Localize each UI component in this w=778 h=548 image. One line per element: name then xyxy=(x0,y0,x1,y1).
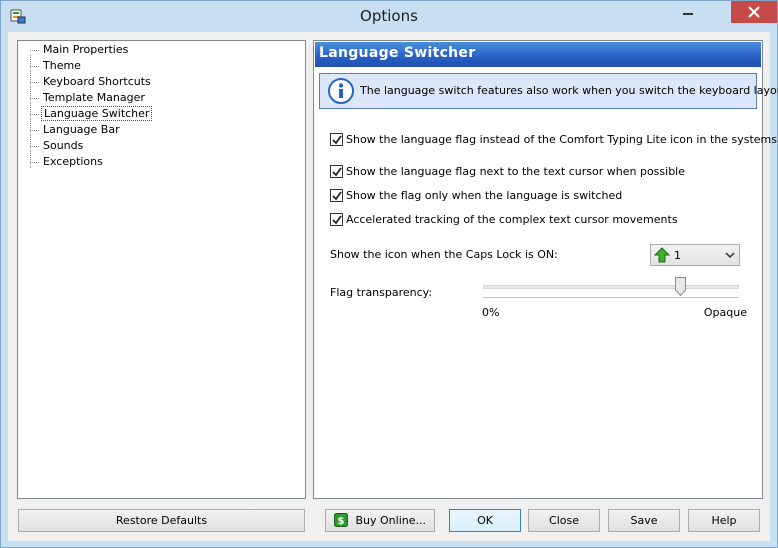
tree-item-label: Theme xyxy=(43,59,81,72)
tree-item-label: Main Properties xyxy=(43,43,129,56)
checkmark-icon xyxy=(332,215,342,225)
tree-item-label: Sounds xyxy=(43,139,84,152)
svg-text:$: $ xyxy=(338,516,345,527)
ok-button[interactable]: OK xyxy=(449,509,521,532)
checkmark-icon xyxy=(332,167,342,177)
chevron-down-icon xyxy=(725,252,735,259)
dollar-icon: $ xyxy=(334,513,348,527)
tree-branch xyxy=(30,66,39,67)
checkbox[interactable] xyxy=(330,189,343,202)
tree-item-label: Language Switcher xyxy=(41,106,153,121)
tree-branch xyxy=(30,98,39,99)
options-tree[interactable]: Main Properties Theme Keyboard Shortcuts… xyxy=(17,40,306,499)
tree-branch xyxy=(30,114,39,115)
slider-max-label: Opaque xyxy=(703,306,747,319)
transparency-slider-track[interactable] xyxy=(483,285,739,289)
option-label: Show the language flag next to the text … xyxy=(346,165,686,178)
info-text: The language switch features also work w… xyxy=(360,84,778,97)
title-bar[interactable]: Options xyxy=(1,1,777,32)
close-window-button[interactable] xyxy=(731,1,777,23)
button-label: Restore Defaults xyxy=(115,514,208,527)
tree-branch xyxy=(30,130,39,131)
transparency-slider-thumb[interactable] xyxy=(674,277,686,296)
button-label: Buy Online... xyxy=(355,514,427,527)
tree-item-label: Exceptions xyxy=(43,155,103,168)
slider-tick-bar xyxy=(483,297,739,298)
tree-connector xyxy=(30,55,31,168)
checkbox[interactable] xyxy=(330,165,343,178)
options-window: Options Main Properties Theme Keyboard S… xyxy=(0,0,778,548)
restore-defaults-button[interactable]: Restore Defaults xyxy=(18,509,305,532)
window-title: Options xyxy=(360,7,418,25)
checkmark-icon xyxy=(332,135,342,145)
dialog-body: Main Properties Theme Keyboard Shortcuts… xyxy=(8,32,778,541)
save-button[interactable]: Save xyxy=(608,509,680,532)
checkbox[interactable] xyxy=(330,133,343,146)
buy-online-button[interactable]: $ Buy Online... xyxy=(325,509,435,532)
info-icon xyxy=(328,78,354,104)
tree-branch xyxy=(30,50,39,51)
tree-item-label: Template Manager xyxy=(43,91,145,104)
button-label: Save xyxy=(630,514,658,527)
tree-branch xyxy=(30,82,39,83)
close-button[interactable]: Close xyxy=(528,509,600,532)
option-label: Show the language flag instead of the Co… xyxy=(346,133,778,146)
language-switcher-panel: Language Switcher The language switch fe… xyxy=(313,40,778,499)
checkbox[interactable] xyxy=(330,213,343,226)
button-label: Close xyxy=(549,514,579,527)
slider-min-label: 0% xyxy=(482,306,500,319)
green-up-arrow-icon xyxy=(654,247,670,263)
option-label: Show the flag only when the language is … xyxy=(346,189,623,202)
checkmark-icon xyxy=(332,191,342,201)
panel-title: Language Switcher xyxy=(319,45,476,61)
button-label: OK xyxy=(477,514,493,527)
tree-item-label: Language Bar xyxy=(43,123,120,136)
transparency-label: Flag transparency: xyxy=(330,286,433,299)
caps-lock-label: Show the icon when the Caps Lock is ON: xyxy=(330,248,558,261)
button-label: Help xyxy=(711,514,737,527)
tree-branch xyxy=(30,146,39,147)
info-box: The language switch features also work w… xyxy=(319,73,778,109)
option-label: Accelerated tracking of the complex text… xyxy=(346,213,678,226)
caps-lock-select-value: 1 xyxy=(674,249,681,262)
panel-header: Language Switcher xyxy=(315,42,761,67)
help-button[interactable]: Help xyxy=(688,509,760,532)
minimize-button[interactable] xyxy=(671,2,705,24)
tree-item-label: Keyboard Shortcuts xyxy=(43,75,151,88)
tree-branch xyxy=(30,162,39,163)
caps-lock-icon-select[interactable]: 1 xyxy=(650,244,740,266)
